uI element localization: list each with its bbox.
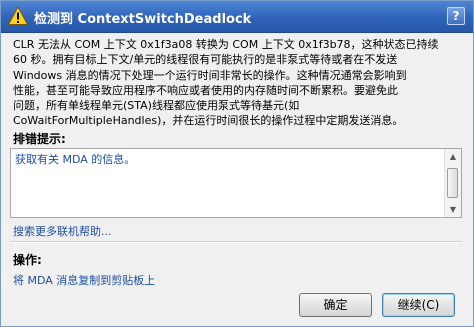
scroll-up-icon[interactable]: ▲	[445, 149, 461, 164]
message-line: 性能，甚至可能导致应用程序不响应或者使用的内存随时间不断累积。要避免此	[13, 83, 398, 97]
help-button[interactable]: ?	[447, 7, 465, 25]
mda-dialog-window: 检测到 ContextSwitchDeadlock ? CLR 无法从 COM …	[0, 0, 474, 327]
message-line: 问题，所有单线程单元(STA)线程都应使用泵式等待基元(如	[13, 99, 300, 113]
continue-button[interactable]: 继续(C)	[382, 293, 455, 317]
message-line: 60 秒。拥有目标上下文/单元的线程很有可能执行的是非泵式等待或者在不发送	[13, 53, 398, 67]
troubleshooting-tips-box[interactable]: 获取有关 MDA 的信息。 ▲ ▼	[10, 148, 462, 218]
search-online-help-link[interactable]: 搜索更多联机帮助...	[13, 223, 112, 239]
scroll-down-icon[interactable]: ▼	[445, 202, 461, 217]
message-line: Windows 消息的情况下处理一个运行时间非常长的操作。这种情况通常会影响到	[13, 68, 407, 82]
warning-triangle-icon	[8, 6, 28, 25]
window-title: 检测到 ContextSwitchDeadlock	[34, 12, 252, 27]
mda-message: CLR 无法从 COM 上下文 0x1f3a08 转换为 COM 上下文 0x1…	[13, 37, 465, 129]
title-bar[interactable]: 检测到 ContextSwitchDeadlock ?	[1, 1, 473, 33]
scroll-thumb[interactable]	[447, 168, 458, 198]
tips-scrollbar[interactable]: ▲ ▼	[444, 149, 461, 217]
tip-item[interactable]: 获取有关 MDA 的信息。	[15, 151, 135, 167]
message-line: CoWaitForMultipleHandles)，并在运行时间很长的操作过程中…	[13, 114, 404, 128]
copy-mda-to-clipboard-link[interactable]: 将 MDA 消息复制到剪贴板上	[13, 272, 155, 288]
message-line: CLR 无法从 COM 上下文 0x1f3a08 转换为 COM 上下文 0x1…	[13, 38, 439, 51]
ok-button[interactable]: 确定	[299, 293, 372, 317]
divider	[10, 241, 462, 243]
troubleshooting-label: 排错提示:	[13, 132, 66, 146]
actions-label: 操作:	[13, 253, 42, 267]
